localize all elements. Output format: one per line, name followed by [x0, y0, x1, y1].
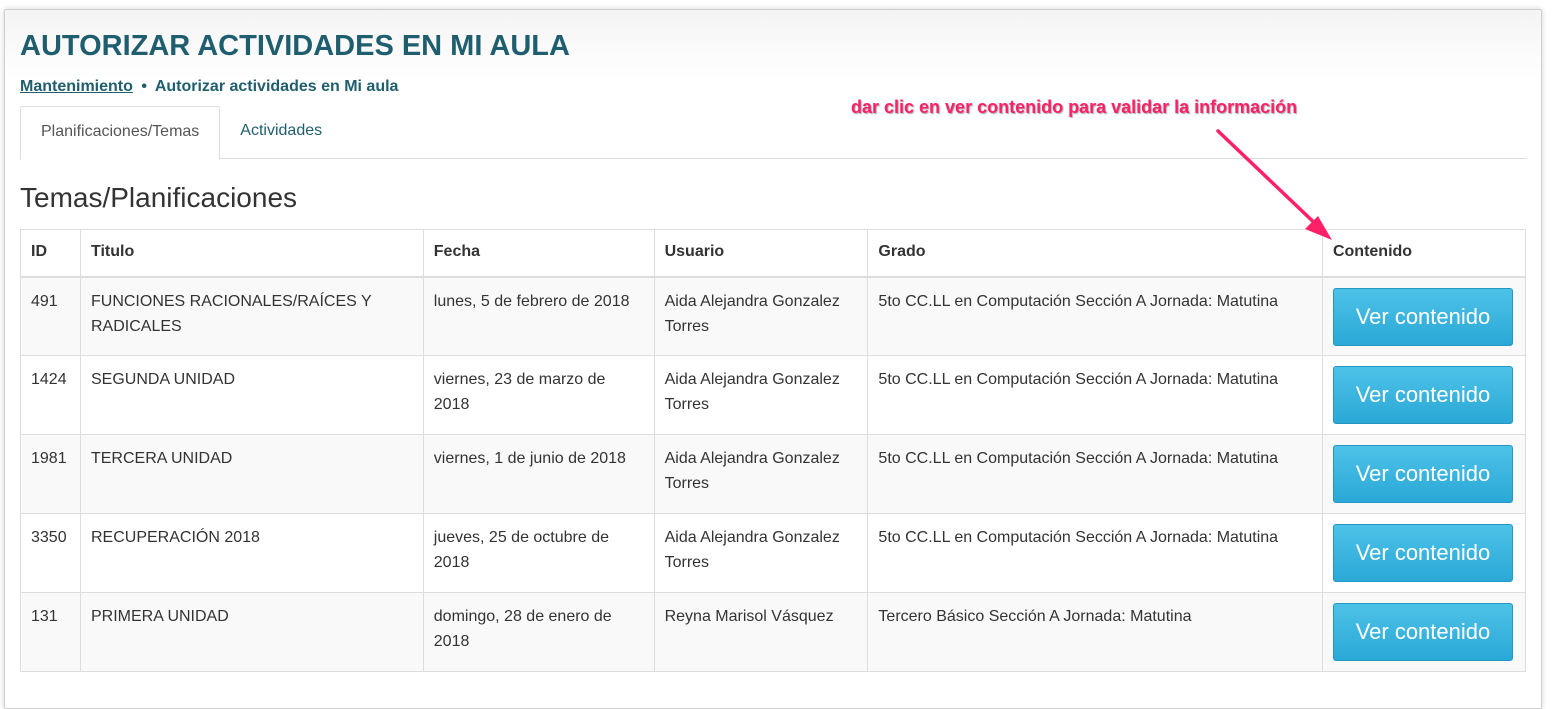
cell-contenido: Ver contenido	[1321, 592, 1527, 672]
cell-grado: 5to CC.LL en Computación Sección A Jorna…	[867, 355, 1323, 435]
ver-contenido-button[interactable]: Ver contenido	[1332, 524, 1513, 582]
tab-actividades[interactable]: Actividades	[220, 106, 342, 159]
cell-titulo: SEGUNDA UNIDAD	[79, 355, 424, 435]
annotation-text: dar clic en ver contenido para validar l…	[851, 97, 1298, 117]
table-row: 1981 TERCERA UNIDAD viernes, 1 de junio …	[20, 434, 1527, 514]
table-row: 1424 SEGUNDA UNIDAD viernes, 23 de marzo…	[20, 355, 1527, 435]
cell-fecha: jueves, 25 de octubre de 2018	[422, 513, 655, 593]
page-title: AUTORIZAR ACTIVIDADES EN MI AULA	[20, 30, 570, 62]
breadcrumb-current: Autorizar actividades en Mi aula	[154, 78, 399, 95]
breadcrumb: Mantenimiento • Autorizar actividades en…	[20, 78, 398, 96]
cell-grado: Tercero Básico Sección A Jornada: Matuti…	[867, 592, 1323, 672]
breadcrumb-link-mantenimiento[interactable]: Mantenimiento	[20, 78, 133, 95]
breadcrumb-separator: •	[141, 78, 147, 95]
cell-titulo: RECUPERACIÓN 2018	[79, 513, 424, 593]
cell-fecha: viernes, 23 de marzo de 2018	[422, 355, 655, 435]
ver-contenido-button[interactable]: Ver contenido	[1332, 287, 1513, 346]
cell-usuario: Aida Alejandra Gonzalez Torres	[653, 276, 869, 356]
cell-id: 491	[20, 276, 81, 356]
cell-grado: 5to CC.LL en Computación Sección A Jorna…	[867, 513, 1323, 593]
column-header-fecha: Fecha	[422, 229, 655, 278]
ver-contenido-button[interactable]: Ver contenido	[1332, 603, 1513, 661]
tab-bar: Planificaciones/Temas Actividades	[20, 106, 1527, 160]
planificaciones-table: ID Titulo Fecha Usuario Grado Contenido …	[20, 229, 1527, 672]
cell-contenido: Ver contenido	[1321, 434, 1527, 514]
cell-grado: 5to CC.LL en Computación Sección A Jorna…	[867, 276, 1323, 356]
cell-titulo: PRIMERA UNIDAD	[79, 592, 424, 672]
cell-fecha: domingo, 28 de enero de 2018	[422, 592, 655, 672]
cell-usuario: Reyna Marisol Vásquez	[653, 592, 869, 672]
column-header-usuario: Usuario	[653, 229, 869, 278]
cell-id: 3350	[20, 513, 81, 593]
column-header-id: ID	[20, 229, 81, 278]
cell-usuario: Aida Alejandra Gonzalez Torres	[653, 355, 869, 435]
cell-fecha: lunes, 5 de febrero de 2018	[422, 276, 655, 356]
tab-planificaciones-temas[interactable]: Planificaciones/Temas	[20, 106, 221, 160]
table-header-row: ID Titulo Fecha Usuario Grado Contenido	[20, 229, 1527, 278]
column-header-grado: Grado	[867, 229, 1323, 278]
cell-usuario: Aida Alejandra Gonzalez Torres	[653, 513, 869, 593]
cell-id: 1981	[20, 434, 81, 514]
cell-contenido: Ver contenido	[1321, 276, 1527, 356]
cell-usuario: Aida Alejandra Gonzalez Torres	[653, 434, 869, 514]
ver-contenido-button[interactable]: Ver contenido	[1332, 366, 1513, 424]
table-row: 3350 RECUPERACIÓN 2018 jueves, 25 de oct…	[20, 513, 1527, 593]
table-row: 491 FUNCIONES RACIONALES/RAÍCES Y RADICA…	[20, 276, 1527, 356]
cell-contenido: Ver contenido	[1321, 355, 1527, 435]
cell-titulo: FUNCIONES RACIONALES/RAÍCES Y RADICALES	[79, 276, 424, 356]
ver-contenido-button[interactable]: Ver contenido	[1332, 445, 1513, 503]
cell-fecha: viernes, 1 de junio de 2018	[422, 434, 655, 514]
cell-id: 131	[20, 592, 81, 672]
cell-id: 1424	[20, 355, 81, 435]
cell-grado: 5to CC.LL en Computación Sección A Jorna…	[867, 434, 1323, 514]
cell-titulo: TERCERA UNIDAD	[79, 434, 424, 514]
cell-contenido: Ver contenido	[1321, 513, 1527, 593]
table-row: 131 PRIMERA UNIDAD domingo, 28 de enero …	[20, 592, 1527, 672]
column-header-titulo: Titulo	[79, 229, 424, 278]
column-header-contenido: Contenido	[1321, 229, 1527, 278]
section-title: Temas/Planificaciones	[20, 182, 298, 213]
